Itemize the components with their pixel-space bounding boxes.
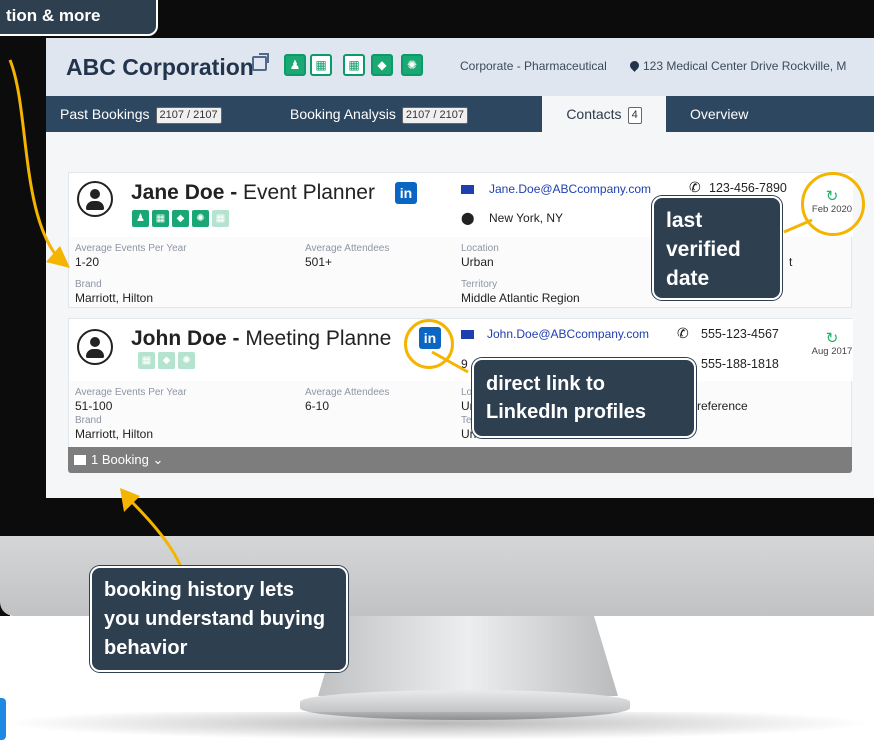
callout-text: last verified date bbox=[666, 209, 741, 290]
callout-text: direct link to LinkedIn profiles bbox=[486, 373, 647, 423]
highlight-ring bbox=[404, 319, 454, 369]
stage: ABC Corporation ♟ ▦ ▦ ◆ ✺ Corporate - Ph… bbox=[0, 0, 874, 740]
callout-text: booking history lets you understand buyi… bbox=[104, 579, 326, 659]
callout-last-verified: last verified date bbox=[652, 196, 782, 300]
arrow-head bbox=[46, 246, 70, 268]
callout-booking-history: booking history lets you understand buyi… bbox=[90, 566, 348, 672]
callout-linkedin: direct link to LinkedIn profiles bbox=[472, 358, 696, 438]
highlight-ring bbox=[801, 172, 865, 236]
arrow-line bbox=[8, 59, 64, 264]
